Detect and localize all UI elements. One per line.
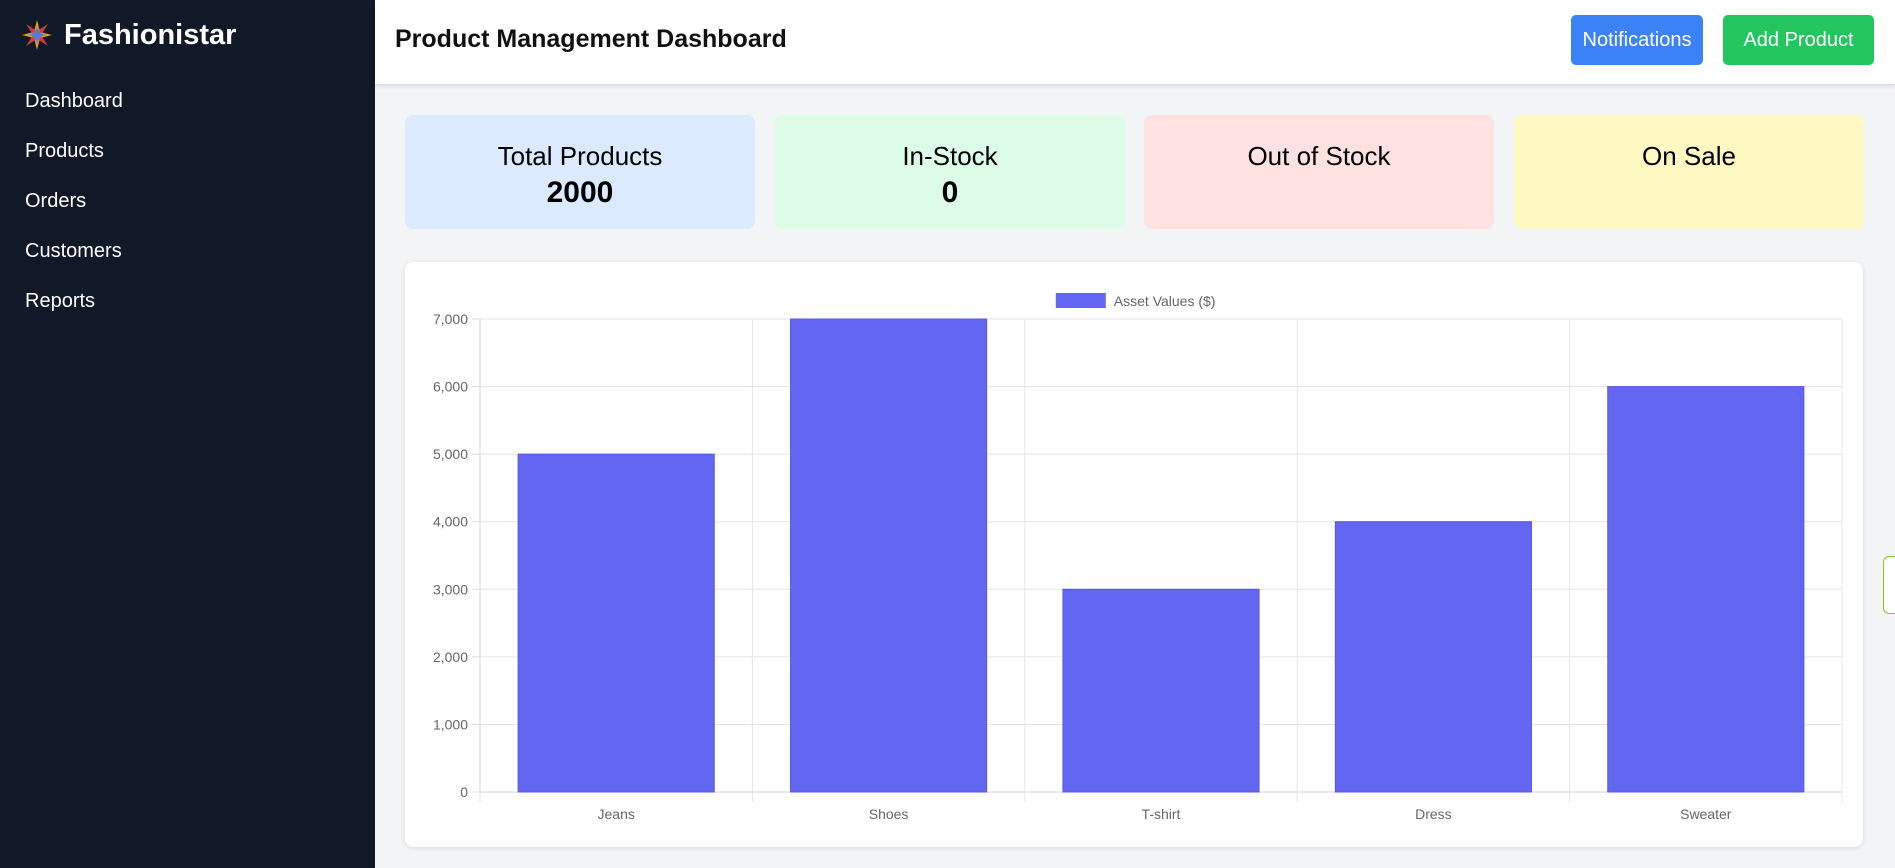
y-tick-label: 0 — [460, 784, 468, 800]
brand-name: Fashionistar — [64, 18, 237, 51]
sidebar-item-dashboard[interactable]: Dashboard — [25, 82, 123, 132]
stat-card-title: Total Products — [497, 141, 663, 171]
stat-card-title: On Sale — [1642, 141, 1736, 171]
brand[interactable]: Fashionistar — [20, 18, 236, 52]
bar-sweater — [1607, 386, 1805, 793]
x-tick-label: Jeans — [598, 806, 635, 822]
asset-values-bar-chart: 0 1,000 2,000 3,000 4,000 5,000 6,000 7,000 Jean… — [433, 293, 1843, 822]
y-tick-label: 4,000 — [433, 514, 468, 530]
stat-card-value: 2000 — [546, 176, 614, 209]
sidebar-nav: Dashboard Products Orders Customers Repo… — [25, 82, 123, 332]
stat-card-in-stock: In-Stock 0 — [775, 115, 1125, 229]
y-tick-label: 2,000 — [433, 649, 468, 665]
bar-dress — [1334, 521, 1532, 793]
x-tick-label: Shoes — [869, 806, 909, 822]
top-header: Product Management Dashboard Notificatio… — [375, 0, 1895, 84]
y-tick-label: 3,000 — [433, 581, 468, 597]
stat-card-total-products: Total Products 2000 — [405, 115, 755, 229]
legend-label: Asset Values ($) — [1114, 293, 1216, 309]
stat-card-title: Out of Stock — [1247, 141, 1391, 171]
bar-jeans — [517, 453, 715, 793]
y-tick-label: 7,000 — [433, 311, 468, 327]
sidebar-item-reports[interactable]: Reports — [25, 282, 123, 332]
y-tick-label: 6,000 — [433, 379, 468, 395]
y-tick-label: 5,000 — [433, 446, 468, 462]
sidebar-item-customers[interactable]: Customers — [25, 232, 123, 282]
stat-card-out-of-stock: Out of Stock — [1144, 115, 1494, 229]
notifications-button[interactable]: Notifications — [1571, 15, 1703, 65]
bar-t-shirt — [1062, 588, 1260, 793]
stat-card-title: In-Stock — [902, 141, 998, 171]
y-tick-label: 1,000 — [433, 716, 468, 732]
x-tick-label: Dress — [1415, 806, 1452, 822]
bar-shoes — [790, 318, 988, 793]
side-widget-tab[interactable] — [1883, 556, 1895, 614]
sidebar: Fashionistar Dashboard Products Orders C… — [0, 0, 375, 868]
add-product-button[interactable]: Add Product — [1723, 15, 1874, 65]
chart-panel: 0 1,000 2,000 3,000 4,000 5,000 6,000 7,000 Jean… — [405, 262, 1863, 847]
sidebar-item-products[interactable]: Products — [25, 132, 123, 182]
x-tick-label: T-shirt — [1142, 806, 1181, 822]
sidebar-item-orders[interactable]: Orders — [25, 182, 123, 232]
star-burst-icon — [22, 20, 52, 50]
stat-card-on-sale: On Sale — [1514, 115, 1864, 229]
stat-card-value: 0 — [941, 176, 959, 209]
x-tick-label: Sweater — [1680, 806, 1732, 822]
legend-swatch — [1055, 293, 1106, 308]
page-title: Product Management Dashboard — [395, 25, 787, 53]
